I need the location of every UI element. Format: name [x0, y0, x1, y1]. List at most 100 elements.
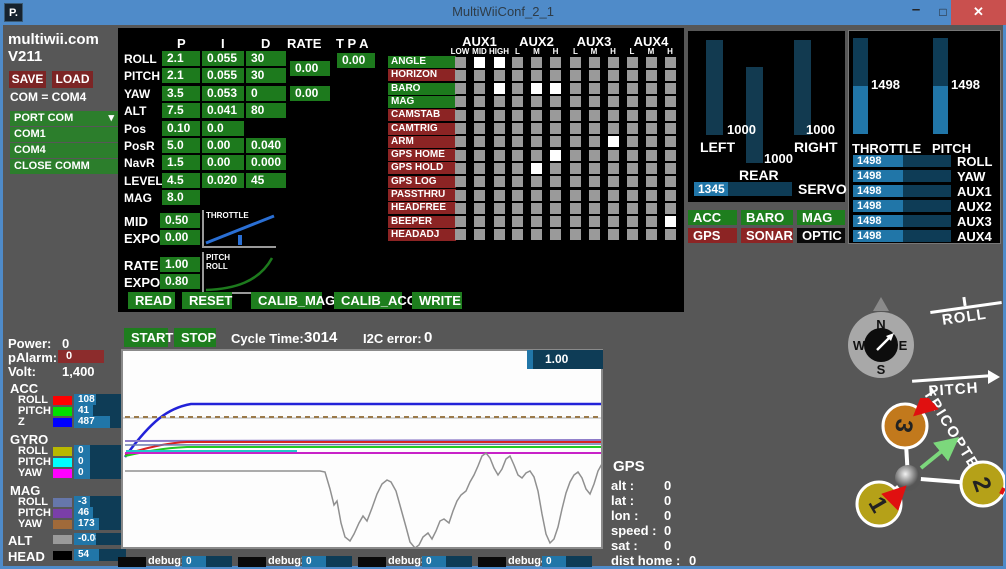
aux-checkbox-arm-6[interactable]	[570, 136, 581, 148]
aux-checkbox-gps-log-7[interactable]	[588, 176, 600, 188]
aux-checkbox-horizon-5[interactable]	[550, 69, 561, 81]
aux-checkbox-baro-11[interactable]	[664, 83, 676, 95]
pid-roll-p-field[interactable]: 2.1	[162, 51, 200, 66]
aux-checkbox-gps-hold-8[interactable]	[607, 162, 619, 174]
aux-checkbox-camstab-5[interactable]	[550, 109, 561, 121]
aux-checkbox-passthru-5[interactable]	[550, 189, 561, 201]
aux-checkbox-headfree-5[interactable]	[550, 202, 561, 214]
aux-checkbox-arm-11[interactable]	[664, 136, 676, 148]
pid-alt-d-field[interactable]: 80	[246, 103, 286, 119]
aux-checkbox-beeper-11[interactable]	[664, 216, 676, 228]
aux-checkbox-gps-hold-11[interactable]	[664, 162, 676, 174]
aux-checkbox-horizon-11[interactable]	[664, 69, 676, 81]
pid-pos-i-field[interactable]: 0.0	[202, 120, 244, 136]
aux-checkbox-arm-7[interactable]	[588, 136, 600, 148]
aux-checkbox-mag-7[interactable]	[588, 96, 600, 108]
aux-checkbox-gps-home-1[interactable]	[474, 149, 485, 161]
aux-checkbox-angle-4[interactable]	[531, 56, 542, 68]
aux-checkbox-beeper-8[interactable]	[607, 216, 619, 228]
aux-checkbox-camtrig-8[interactable]	[607, 123, 619, 134]
aux-checkbox-horizon-0[interactable]	[454, 69, 466, 81]
pid-roll-d-field[interactable]: 30	[246, 51, 286, 66]
aux-checkbox-gps-home-0[interactable]	[454, 149, 466, 161]
aux-checkbox-arm-2[interactable]	[493, 136, 505, 148]
aux-checkbox-gps-home-9[interactable]	[626, 149, 638, 161]
aux-checkbox-angle-0[interactable]	[454, 56, 466, 68]
aux-checkbox-headfree-9[interactable]	[626, 202, 638, 214]
aux-checkbox-headadj-7[interactable]	[588, 229, 600, 241]
aux-checkbox-camtrig-4[interactable]	[531, 123, 542, 134]
aux-checkbox-mag-1[interactable]	[474, 96, 485, 108]
aux-checkbox-camtrig-7[interactable]	[588, 123, 600, 134]
read-button[interactable]: READ	[128, 292, 175, 309]
aux-checkbox-beeper-6[interactable]	[570, 216, 581, 228]
aux-checkbox-angle-3[interactable]	[512, 56, 523, 68]
aux-checkbox-angle-5[interactable]	[550, 56, 561, 68]
aux-checkbox-horizon-9[interactable]	[626, 69, 638, 81]
aux-checkbox-horizon-8[interactable]	[607, 69, 619, 81]
aux-checkbox-baro-5[interactable]	[550, 83, 561, 95]
aux-checkbox-beeper-4[interactable]	[531, 216, 542, 228]
aux-checkbox-arm-10[interactable]	[645, 136, 657, 148]
aux-checkbox-camtrig-10[interactable]	[645, 123, 657, 134]
load-button[interactable]: LOAD	[52, 71, 93, 88]
pid-alt-i-field[interactable]: 0.041	[202, 103, 244, 119]
tpa-field[interactable]: 0.00	[337, 53, 375, 68]
aux-checkbox-camstab-10[interactable]	[645, 109, 657, 121]
aux-checkbox-gps-hold-10[interactable]	[645, 162, 657, 174]
rate-expo-field[interactable]: 0.80	[160, 274, 200, 289]
aux-checkbox-headadj-9[interactable]	[626, 229, 638, 241]
aux-checkbox-headadj-0[interactable]	[454, 229, 466, 241]
aux-checkbox-arm-3[interactable]	[512, 136, 523, 148]
aux-checkbox-gps-home-6[interactable]	[570, 149, 581, 161]
mid-expo-field[interactable]: 0.00	[160, 230, 200, 245]
aux-checkbox-baro-8[interactable]	[607, 83, 619, 95]
aux-checkbox-mag-0[interactable]	[454, 96, 466, 108]
aux-checkbox-baro-2[interactable]	[493, 83, 505, 95]
aux-checkbox-beeper-3[interactable]	[512, 216, 523, 228]
aux-checkbox-camstab-0[interactable]	[454, 109, 466, 121]
start-button[interactable]: START	[124, 328, 173, 347]
aux-checkbox-camstab-7[interactable]	[588, 109, 600, 121]
aux-checkbox-mag-11[interactable]	[664, 96, 676, 108]
aux-checkbox-baro-1[interactable]	[474, 83, 485, 95]
aux-checkbox-camstab-8[interactable]	[607, 109, 619, 121]
aux-checkbox-headadj-2[interactable]	[493, 229, 505, 241]
aux-checkbox-headadj-8[interactable]	[607, 229, 619, 241]
calib_acc-button[interactable]: CALIB_ACC	[334, 292, 416, 309]
calib_mag-button[interactable]: CALIB_MAG	[251, 292, 335, 309]
aux-checkbox-angle-2[interactable]	[493, 56, 505, 68]
pid-pitch-i-field[interactable]: 0.055	[202, 68, 244, 84]
aux-checkbox-camtrig-2[interactable]	[493, 123, 505, 134]
aux-checkbox-baro-0[interactable]	[454, 83, 466, 95]
aux-checkbox-angle-11[interactable]	[664, 56, 676, 68]
aux-checkbox-passthru-11[interactable]	[664, 189, 676, 201]
aux-checkbox-camstab-6[interactable]	[570, 109, 581, 121]
aux-checkbox-baro-7[interactable]	[588, 83, 600, 95]
aux-checkbox-gps-hold-1[interactable]	[474, 162, 485, 174]
aux-checkbox-gps-home-8[interactable]	[607, 149, 619, 161]
aux-checkbox-beeper-10[interactable]	[645, 216, 657, 228]
aux-checkbox-passthru-9[interactable]	[626, 189, 638, 201]
aux-checkbox-horizon-10[interactable]	[645, 69, 657, 81]
aux-checkbox-camstab-1[interactable]	[474, 109, 485, 121]
aux-checkbox-angle-8[interactable]	[607, 56, 619, 68]
aux-checkbox-gps-log-0[interactable]	[454, 176, 466, 188]
graph-scale-selector[interactable]: 1.00	[527, 350, 603, 369]
aux-checkbox-camstab-2[interactable]	[493, 109, 505, 121]
pid-level-d-field[interactable]: 45	[246, 172, 286, 188]
aux-checkbox-gps-log-6[interactable]	[570, 176, 581, 188]
aux-checkbox-beeper-9[interactable]	[626, 216, 638, 228]
aux-checkbox-headadj-4[interactable]	[531, 229, 542, 241]
aux-checkbox-gps-home-10[interactable]	[645, 149, 657, 161]
aux-checkbox-headfree-6[interactable]	[570, 202, 581, 214]
pid-yaw-d-field[interactable]: 0	[246, 85, 286, 101]
write-button[interactable]: WRITE	[412, 292, 462, 309]
rate-yaw-field[interactable]: 0.00	[290, 86, 330, 101]
aux-checkbox-mag-8[interactable]	[607, 96, 619, 108]
aux-checkbox-camtrig-1[interactable]	[474, 123, 485, 134]
aux-checkbox-baro-10[interactable]	[645, 83, 657, 95]
aux-checkbox-horizon-7[interactable]	[588, 69, 600, 81]
pid-mag-p-field[interactable]: 8.0	[162, 190, 200, 206]
aux-checkbox-arm-9[interactable]	[626, 136, 638, 148]
